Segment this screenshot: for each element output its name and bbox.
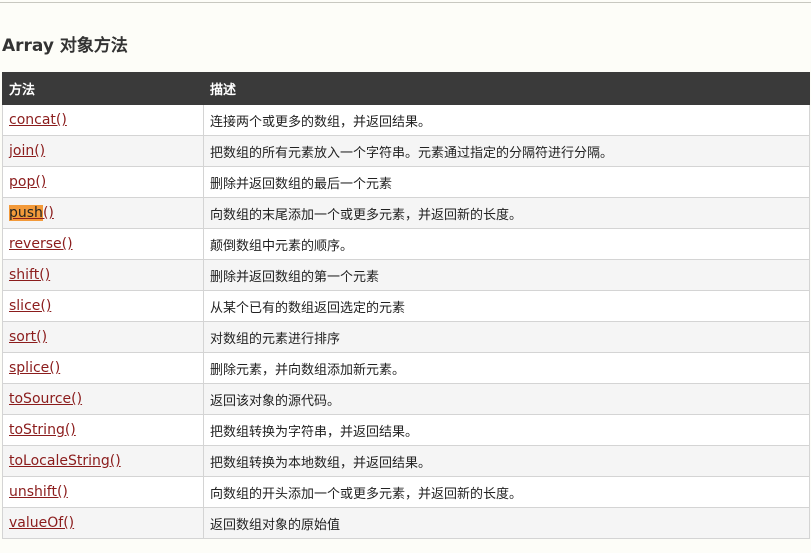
method-link-push[interactable]: push() [9,205,54,221]
header-method: 方法 [2,72,204,105]
table-row: push() 向数组的末尾添加一个或更多元素，并返回新的长度。 [2,197,810,229]
table-row: shift() 删除并返回数组的第一个元素 [2,259,810,291]
method-description: 向数组的末尾添加一个或更多元素，并返回新的长度。 [203,197,810,229]
table-row: sort() 对数组的元素进行排序 [2,321,810,353]
method-description: 把数组转换为字符串，并返回结果。 [203,414,810,446]
method-link-tostring[interactable]: toString() [9,422,76,438]
method-description: 从某个已有的数组返回选定的元素 [203,290,810,322]
method-link-tosource[interactable]: toSource() [9,391,82,407]
method-description: 把数组转换为本地数组，并返回结果。 [203,445,810,477]
method-description: 对数组的元素进行排序 [203,321,810,353]
method-description: 连接两个或更多的数组，并返回结果。 [203,104,810,136]
table-row: toLocaleString() 把数组转换为本地数组，并返回结果。 [2,445,810,477]
method-description: 删除并返回数组的最后一个元素 [203,166,810,198]
table-row: splice() 删除元素，并向数组添加新元素。 [2,352,810,384]
table-header-row: 方法 描述 [2,72,810,105]
method-link-unshift[interactable]: unshift() [9,484,68,500]
method-description: 删除元素，并向数组添加新元素。 [203,352,810,384]
search-highlight: push [9,205,43,221]
method-link-tolocalestring[interactable]: toLocaleString() [9,453,121,469]
method-description: 把数组的所有元素放入一个字符串。元素通过指定的分隔符进行分隔。 [203,135,810,167]
table-row: pop() 删除并返回数组的最后一个元素 [2,166,810,198]
method-link-sort[interactable]: sort() [9,329,47,345]
header-description: 描述 [203,72,810,105]
method-link-reverse[interactable]: reverse() [9,236,73,252]
table-row: reverse() 颠倒数组中元素的顺序。 [2,228,810,260]
array-methods-table: 方法 描述 concat() 连接两个或更多的数组，并返回结果。 join() … [2,72,810,539]
method-description: 返回数组对象的原始值 [203,507,810,539]
method-link-concat[interactable]: concat() [9,112,67,128]
method-description: 返回该对象的源代码。 [203,383,810,415]
table-row: toString() 把数组转换为字符串，并返回结果。 [2,414,810,446]
method-link-valueof[interactable]: valueOf() [9,515,74,531]
method-description: 删除并返回数组的第一个元素 [203,259,810,291]
method-link-pop[interactable]: pop() [9,174,46,190]
method-description: 向数组的开头添加一个或更多元素，并返回新的长度。 [203,476,810,508]
top-divider [0,2,811,3]
table-row: toSource() 返回该对象的源代码。 [2,383,810,415]
table-row: slice() 从某个已有的数组返回选定的元素 [2,290,810,322]
method-link-suffix: () [42,205,54,221]
table-row: valueOf() 返回数组对象的原始值 [2,507,810,539]
table-row: unshift() 向数组的开头添加一个或更多元素，并返回新的长度。 [2,476,810,508]
page-title: Array 对象方法 [2,36,128,56]
method-link-slice[interactable]: slice() [9,298,51,314]
method-link-join[interactable]: join() [9,143,45,159]
method-link-shift[interactable]: shift() [9,267,50,283]
method-link-splice[interactable]: splice() [9,360,60,376]
table-row: concat() 连接两个或更多的数组，并返回结果。 [2,104,810,136]
table-row: join() 把数组的所有元素放入一个字符串。元素通过指定的分隔符进行分隔。 [2,135,810,167]
method-description: 颠倒数组中元素的顺序。 [203,228,810,260]
